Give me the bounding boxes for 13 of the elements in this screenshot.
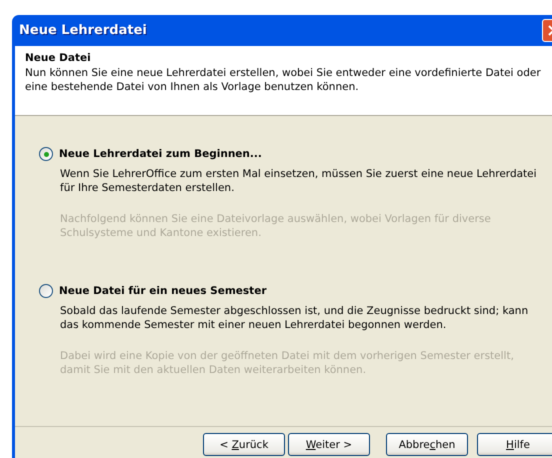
- option-label[interactable]: Neue Datei für ein neues Semester: [59, 285, 266, 297]
- header-description: Nun können Sie eine neue Lehrerdatei erstellen, wobei Sie entweder eine vordefinierte Datei oder eine bestehende Datei von Ihnen als Vorlage benutzen können.: [25, 66, 542, 94]
- option-note: Dabei wird eine Kopie von der geöffneten Datei mit dem vorherigen Semester erstellt, damit Sie mit den aktuellen Daten weiterarbeiten können.: [60, 349, 515, 377]
- dialog-button[interactable]: Hilfe: [477, 433, 552, 456]
- dialog-button[interactable]: Abbrechen: [386, 433, 468, 456]
- option-description: Wenn Sie LehrerOffice zum ersten Mal einsetzen, müssen Sie zuerst eine neue Lehrerdatei für Ihre Semesterdaten erstellen.: [60, 167, 538, 195]
- option-description: Sobald das laufende Semester abgeschlossen ist, und die Zeugnisse bedruckt sind; kann das kommende Semester mit einer neuen Lehrerdatei begonnen werden.: [60, 304, 530, 332]
- dialog-button[interactable]: Weiter >: [288, 433, 370, 456]
- dialog-button[interactable]: < Zurück: [203, 433, 285, 456]
- header-title: Neue Datei: [25, 52, 92, 64]
- option-note: Nachfolgend können Sie eine Dateivorlage auswählen, wobei Vorlagen für diverse Schulsysteme und Kantone existieren.: [60, 212, 492, 240]
- window-title: Neue Lehrerdatei: [19, 23, 148, 38]
- option-label[interactable]: Neue Lehrerdatei zum Beginnen...: [59, 148, 262, 160]
